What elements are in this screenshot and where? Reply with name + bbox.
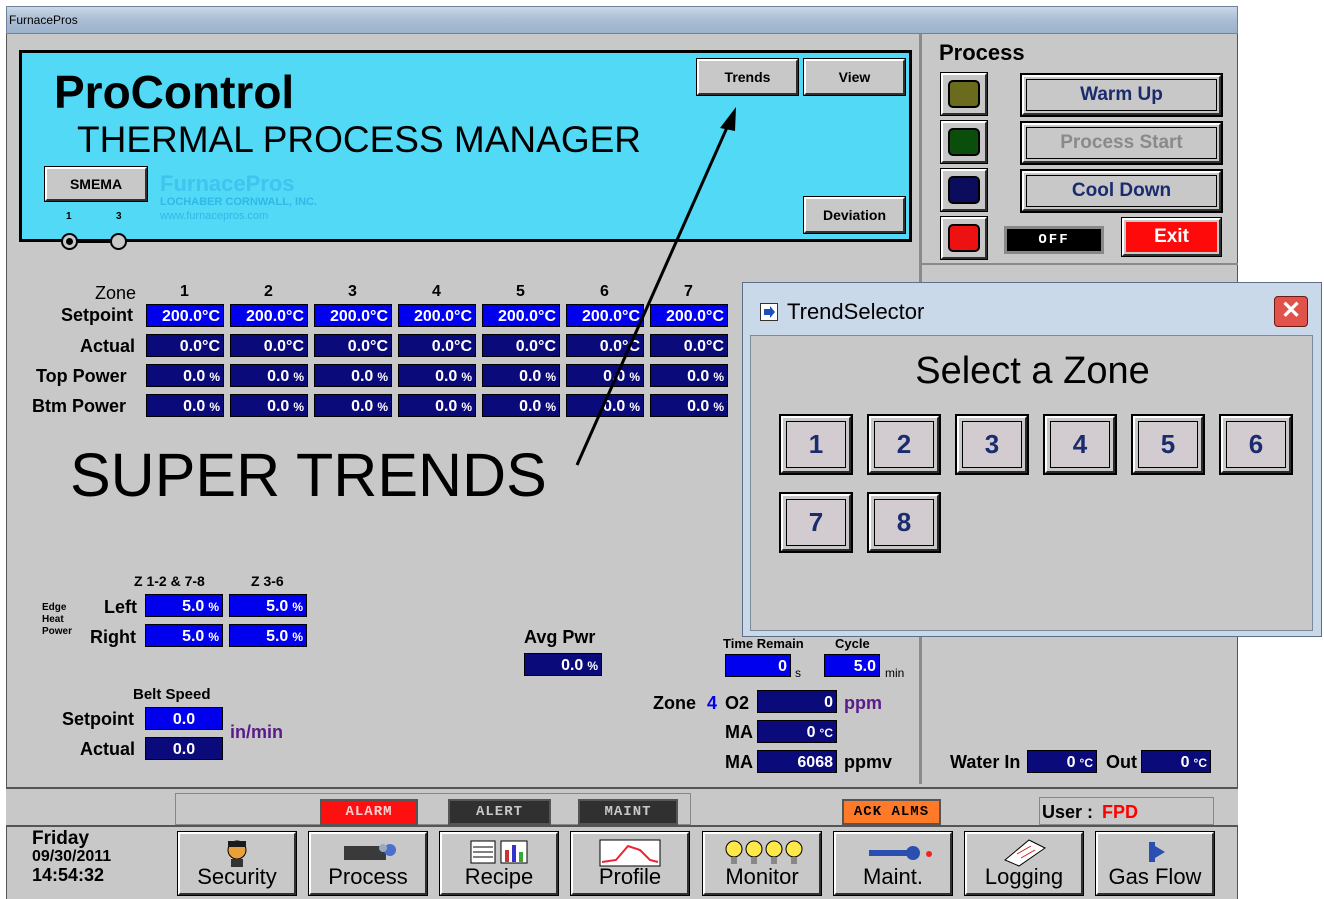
ack-alarms-button[interactable]: ACK ALMS <box>842 799 941 825</box>
gas-zone-label: Zone <box>653 693 696 713</box>
time-remain-label: Time Remain <box>723 636 804 651</box>
zone-select-button-1[interactable]: 1 <box>779 414 853 475</box>
o2-unit: ppm <box>844 693 882 713</box>
ma2-value: 6068 <box>757 750 837 773</box>
zone-select-button-5[interactable]: 5 <box>1131 414 1205 475</box>
dialog-app-icon <box>760 303 778 321</box>
zone-select-button-2[interactable]: 2 <box>867 414 941 475</box>
nav-security-button[interactable]: Security <box>177 831 297 896</box>
user-name: FPD <box>1102 802 1138 822</box>
zone-select-button-8[interactable]: 8 <box>867 492 941 553</box>
nav-process-label: Process <box>328 864 408 889</box>
close-icon[interactable]: ✕ <box>1274 296 1308 327</box>
zone-select-label: 8 <box>874 499 934 546</box>
zone-select-label: 7 <box>786 499 846 546</box>
avg-pwr-label: Avg Pwr <box>524 627 596 647</box>
edge-right-label: Right <box>90 627 136 647</box>
zone-select-label: 2 <box>874 421 934 468</box>
belt-actual-label: Actual <box>80 739 136 759</box>
edge-right-z3: 5.0% <box>229 624 307 647</box>
edge-col1-header: Z 1-2 & 7-8 <box>134 573 205 589</box>
ma1-value: 0 °C <box>757 720 837 743</box>
clock: Friday 09/30/2011 14:54:32 <box>32 828 112 885</box>
ma2-label: MA <box>725 752 753 772</box>
belt-unit: in/min <box>230 722 283 742</box>
zone-select-label: 1 <box>786 421 846 468</box>
zone-select-label: 6 <box>1226 421 1286 468</box>
water-in-value: 0 °C <box>1027 750 1097 773</box>
clock-day: Friday <box>32 828 90 849</box>
alarm-indicator: ALARM <box>320 799 418 825</box>
edge-heat-power-label: Edge Heat Power <box>42 602 73 637</box>
zone-select-button-3[interactable]: 3 <box>955 414 1029 475</box>
nav-recipe-label: Recipe <box>464 864 534 889</box>
water-out-label: Out <box>1106 752 1137 772</box>
water-in-label: Water In <box>950 752 1021 772</box>
nav-logging-label: Logging <box>984 864 1064 889</box>
clock-time: 14:54:32 <box>32 865 105 885</box>
maint-indicator: MAINT <box>578 799 678 825</box>
edge-right-z1: 5.0% <box>145 624 223 647</box>
nav-gas-flow-button[interactable]: Gas Flow <box>1095 831 1215 896</box>
app-window: FurnacePros ProControl THERMAL PROCESS M… <box>0 0 1324 899</box>
water-out-value: 0 °C <box>1141 750 1211 773</box>
nav-monitor-button[interactable]: Monitor <box>702 831 822 896</box>
avg-pwr-value: 0.0% <box>524 653 602 676</box>
dialog-title: TrendSelector <box>787 299 925 324</box>
belt-speed-title: Belt Speed <box>133 686 211 703</box>
nav-logging-button[interactable]: Logging <box>964 831 1084 896</box>
nav-maint-label: Maint. <box>863 864 923 889</box>
zone-select-label: 5 <box>1138 421 1198 468</box>
edge-left-z1: 5.0% <box>145 594 223 617</box>
nav-recipe-button[interactable]: Recipe <box>439 831 559 896</box>
edge-left-z3: 5.0% <box>229 594 307 617</box>
user-box: User : FPD <box>1039 797 1214 825</box>
zone-select-label: 4 <box>1050 421 1110 468</box>
belt-setpoint-label: Setpoint <box>62 709 134 729</box>
dialog-heading: Select a Zone <box>915 350 1150 392</box>
nav-monitor-label: Monitor <box>725 864 799 889</box>
user-label: User : <box>1042 802 1094 822</box>
cycle-label: Cycle <box>835 636 870 651</box>
time-remain-value: 0 <box>725 654 791 677</box>
alert-indicator: ALERT <box>448 799 551 825</box>
edge-left-label: Left <box>104 597 137 617</box>
cycle-value[interactable]: 5.0 <box>824 654 880 677</box>
o2-label: O2 <box>725 693 750 713</box>
clock-date: 09/30/2011 <box>32 848 112 865</box>
ma1-label: MA <box>725 722 753 742</box>
zone-select-label: 3 <box>962 421 1022 468</box>
belt-actual-value: 0.0 <box>145 737 223 760</box>
edge-col2-header: Z 3-6 <box>251 573 284 589</box>
time-remain-unit: s <box>795 666 801 680</box>
ma2-unit: ppmv <box>844 752 893 772</box>
gas-zone-number: 4 <box>707 693 718 713</box>
zone-select-button-6[interactable]: 6 <box>1219 414 1293 475</box>
trend-selector-dialog: TrendSelector ✕ Select a Zone 123456 78 <box>742 282 1322 637</box>
nav-gas-flow-label: Gas Flow <box>1108 864 1202 889</box>
belt-setpoint-value[interactable]: 0.0 <box>145 707 223 730</box>
zone-select-button-4[interactable]: 4 <box>1043 414 1117 475</box>
zone-select-button-7[interactable]: 7 <box>779 492 853 553</box>
nav-security-label: Security <box>197 864 277 889</box>
cycle-unit: min <box>885 666 905 680</box>
nav-profile-label: Profile <box>598 864 662 889</box>
o2-value: 0 <box>757 690 837 713</box>
dialog-body: Select a Zone 123456 78 <box>750 335 1313 631</box>
nav-process-button[interactable]: Process <box>308 831 428 896</box>
nav-profile-button[interactable]: Profile <box>570 831 690 896</box>
nav-maint-button[interactable]: Maint. <box>833 831 953 896</box>
